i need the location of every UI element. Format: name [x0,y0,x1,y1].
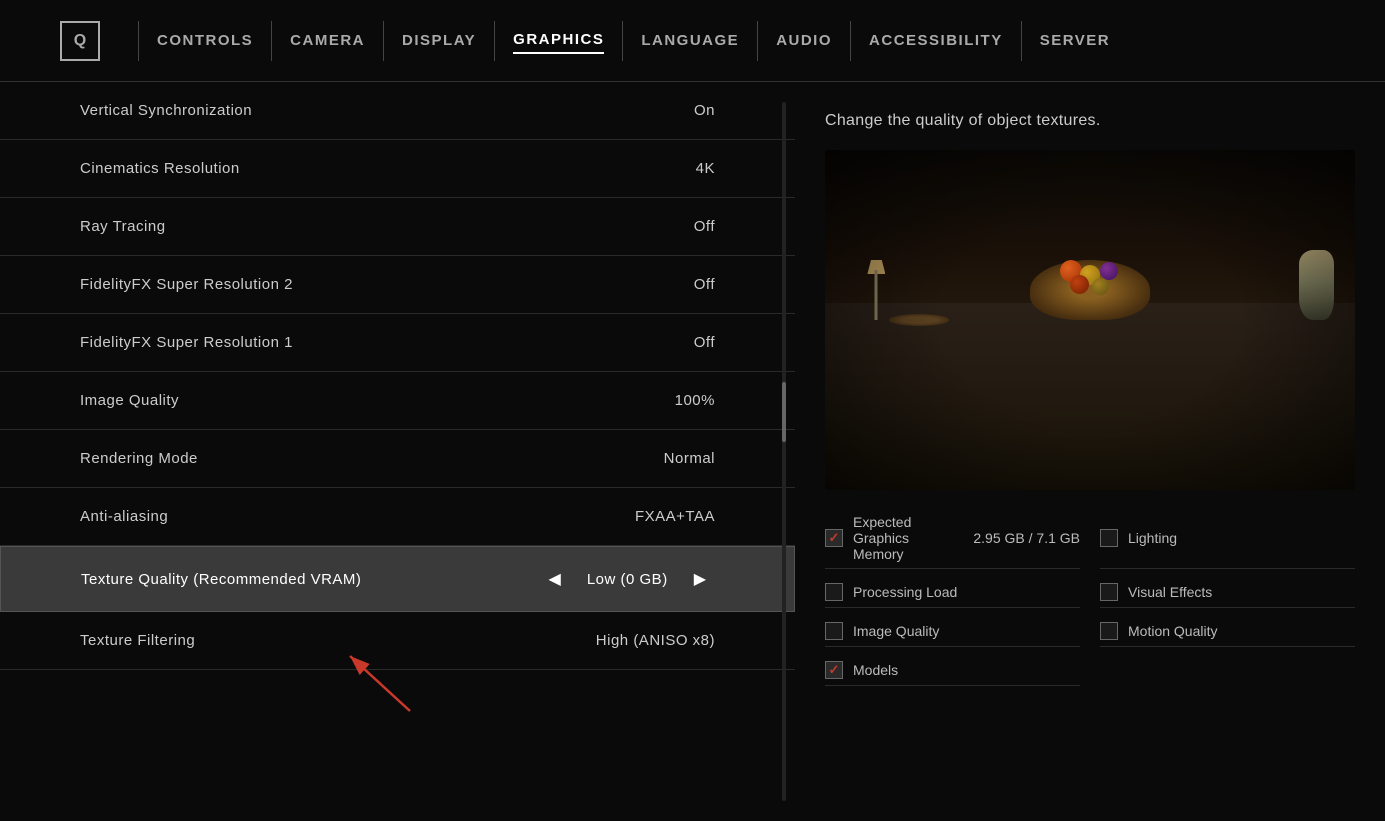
checkmark-icon: ✓ [829,530,840,546]
checkbox-box[interactable]: ✓ [825,661,843,679]
checkbox-box[interactable] [825,622,843,640]
nav-item-graphics[interactable]: GRAPHICS [513,27,604,54]
nav-divider-5 [622,21,623,61]
checkbox-box[interactable]: ✓ [825,529,843,547]
checkbox-box[interactable] [825,583,843,601]
checkbox-label: Image Quality [853,623,1080,639]
checkbox-row-image-quality[interactable]: Image Quality [825,616,1080,647]
settings-value-1: 4K [696,160,715,177]
scene-background [825,150,1355,490]
settings-label-4: FidelityFX Super Resolution 1 [80,334,293,351]
nav-item-server[interactable]: SERVER [1040,28,1110,53]
checkbox-row-models[interactable]: ✓ Models [825,655,1080,686]
checkbox-label: Visual Effects [1128,584,1355,600]
settings-label-3: FidelityFX Super Resolution 2 [80,276,293,293]
settings-value-8: Low (0 GB) [587,571,668,588]
settings-value-0: On [694,102,715,119]
checkbox-row-visual-effects[interactable]: Visual Effects [1100,577,1355,608]
left-panel: Vertical Synchronization On Cinematics Res… [0,82,795,821]
settings-row-4[interactable]: FidelityFX Super Resolution 1 Off [0,314,795,372]
nav-divider-8 [1021,21,1022,61]
settings-row-5[interactable]: Image Quality 100% [0,372,795,430]
settings-list: Vertical Synchronization On Cinematics Res… [0,82,795,670]
settings-row-8[interactable]: Texture Quality (Recommended VRAM) ◀ Low (… [0,546,795,612]
settings-value-4: Off [694,334,715,351]
settings-label-7: Anti-aliasing [80,508,168,525]
checkbox-box[interactable] [1100,622,1118,640]
scrollbar-thumb [782,382,786,442]
main-content: Vertical Synchronization On Cinematics Res… [0,82,1385,821]
arrow-right-btn[interactable]: ▶ [686,565,714,593]
settings-label-6: Rendering Mode [80,450,198,467]
settings-label-1: Cinematics Resolution [80,160,240,177]
checkbox-box[interactable] [1100,529,1118,547]
checkmark-icon: ✓ [829,662,840,678]
checkbox-label: Processing Load [853,584,1080,600]
settings-row-0[interactable]: Vertical Synchronization On [0,82,795,140]
settings-label-9: Texture Filtering [80,632,195,649]
nav-divider-2 [271,21,272,61]
checkbox-row-lighting[interactable]: Lighting [1100,508,1355,569]
checkbox-row-processing-load[interactable]: Processing Load [825,577,1080,608]
checkbox-row-expected-graphics-memory[interactable]: ✓ Expected Graphics Memory 2.95 GB / 7.1 G… [825,508,1080,569]
scrollbar-area[interactable] [781,82,787,821]
settings-value-2: Off [694,218,715,235]
nav-item-accessibility[interactable]: ACCESSIBILITY [869,28,1003,53]
nav-item-controls[interactable]: CONTROLS [157,28,253,53]
settings-row-2[interactable]: Ray Tracing Off [0,198,795,256]
settings-row-9[interactable]: Texture Filtering High (ANISO x8) [0,612,795,670]
settings-value-7: FXAA+TAA [635,508,715,525]
scrollbar-track [782,102,786,801]
scene-vignette [825,150,1355,490]
preview-description: Change the quality of object textures. [825,112,1355,130]
nav-item-audio[interactable]: AUDIO [776,28,832,53]
checkbox-value: 2.95 GB / 7.1 GB [973,530,1080,546]
nav-item-language[interactable]: LANGUAGE [641,28,739,53]
arrow-left-btn[interactable]: ◀ [541,565,569,593]
settings-label-8: Texture Quality (Recommended VRAM) [81,571,361,588]
settings-value-6: Normal [664,450,715,467]
right-panel: Change the quality of object textures. [795,82,1385,821]
checkbox-label: Motion Quality [1128,623,1355,639]
settings-label-5: Image Quality [80,392,179,409]
checkbox-row-motion-quality[interactable]: Motion Quality [1100,616,1355,647]
settings-value-9: High (ANISO x8) [596,632,715,649]
checkboxes-panel: ✓ Expected Graphics Memory 2.95 GB / 7.1 G… [825,508,1355,686]
settings-row-6[interactable]: Rendering Mode Normal [0,430,795,488]
checkbox-label: Expected Graphics Memory [853,514,963,562]
nav-logo-q[interactable]: Q [60,21,100,61]
settings-value-5: 100% [675,392,715,409]
settings-value-3: Off [694,276,715,293]
settings-label-2: Ray Tracing [80,218,166,235]
nav-divider-6 [757,21,758,61]
arrow-control: ◀ Low (0 GB) ▶ [541,565,714,593]
nav-divider-4 [494,21,495,61]
nav-divider-3 [383,21,384,61]
top-nav: Q CONTROLS CAMERA DISPLAY GRAPHICS LANGU… [0,0,1385,82]
preview-image [825,150,1355,490]
nav-divider-7 [850,21,851,61]
nav-item-camera[interactable]: CAMERA [290,28,365,53]
settings-row-7[interactable]: Anti-aliasing FXAA+TAA [0,488,795,546]
nav-item-display[interactable]: DISPLAY [402,28,476,53]
checkbox-label: Lighting [1128,530,1355,546]
settings-row-3[interactable]: FidelityFX Super Resolution 2 Off [0,256,795,314]
checkbox-label: Models [853,662,1080,678]
settings-label-0: Vertical Synchronization [80,102,252,119]
checkbox-box[interactable] [1100,583,1118,601]
settings-row-1[interactable]: Cinematics Resolution 4K [0,140,795,198]
nav-divider-1 [138,21,139,61]
